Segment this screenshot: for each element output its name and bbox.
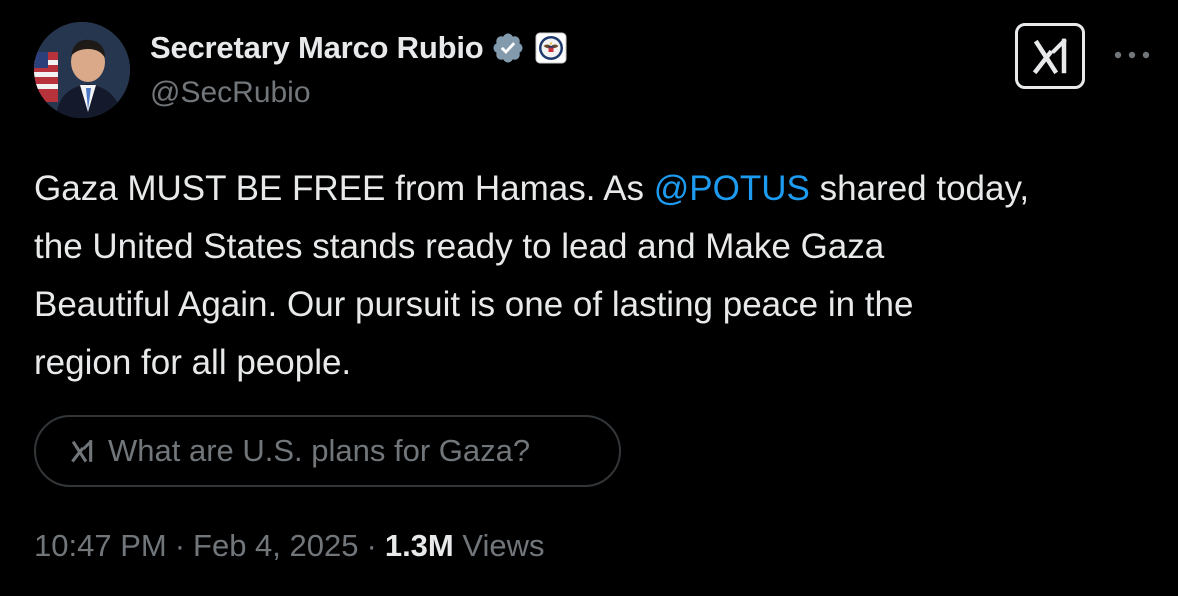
- mention-link[interactable]: @POTUS: [654, 169, 810, 208]
- grok-button[interactable]: [1015, 23, 1085, 89]
- author-avatar[interactable]: [34, 22, 130, 118]
- tweet-time[interactable]: 10:47 PM: [34, 528, 167, 563]
- grok-prompt-button[interactable]: What are U.S. plans for Gaza?: [34, 415, 621, 487]
- more-options-button[interactable]: [1112, 40, 1152, 70]
- tweet-text-line: region for all people.: [34, 343, 352, 382]
- tweet-text-line: Gaza MUST BE FREE from Hamas. As @POTUS …: [34, 160, 1164, 218]
- tweet-date[interactable]: Feb 4, 2025: [193, 528, 358, 563]
- views-count[interactable]: 1.3M: [385, 528, 454, 563]
- grok-icon: [68, 438, 96, 464]
- tweet-meta-row: 10:47 PM · Feb 4, 2025 · 1.3M Views: [34, 528, 545, 564]
- author-display-name[interactable]: Secretary Marco Rubio: [150, 30, 484, 66]
- meta-separator: ·: [366, 528, 377, 563]
- tweet-text-line: Beautiful Again. Our pursuit is one of l…: [34, 285, 914, 324]
- views-label: Views: [462, 528, 545, 563]
- author-handle[interactable]: @SecRubio: [150, 76, 311, 110]
- tweet-text-segment: Gaza MUST BE FREE from Hamas. As: [34, 169, 654, 208]
- tweet-text-line: the United States stands ready to lead a…: [34, 227, 885, 266]
- meta-separator: ·: [174, 528, 186, 563]
- tweet-text-segment: shared today,: [809, 169, 1030, 208]
- avatar-image: [34, 22, 130, 118]
- tweet-text: Gaza MUST BE FREE from Hamas. As @POTUS …: [34, 160, 1164, 392]
- author-name-row: Secretary Marco Rubio: [150, 28, 567, 68]
- grok-prompt-label: What are U.S. plans for Gaza?: [108, 433, 531, 468]
- more-horizontal-icon: [1114, 51, 1150, 59]
- state-department-seal-icon[interactable]: [535, 32, 567, 64]
- verified-badge-icon[interactable]: [491, 31, 525, 65]
- grok-icon: [1032, 38, 1067, 75]
